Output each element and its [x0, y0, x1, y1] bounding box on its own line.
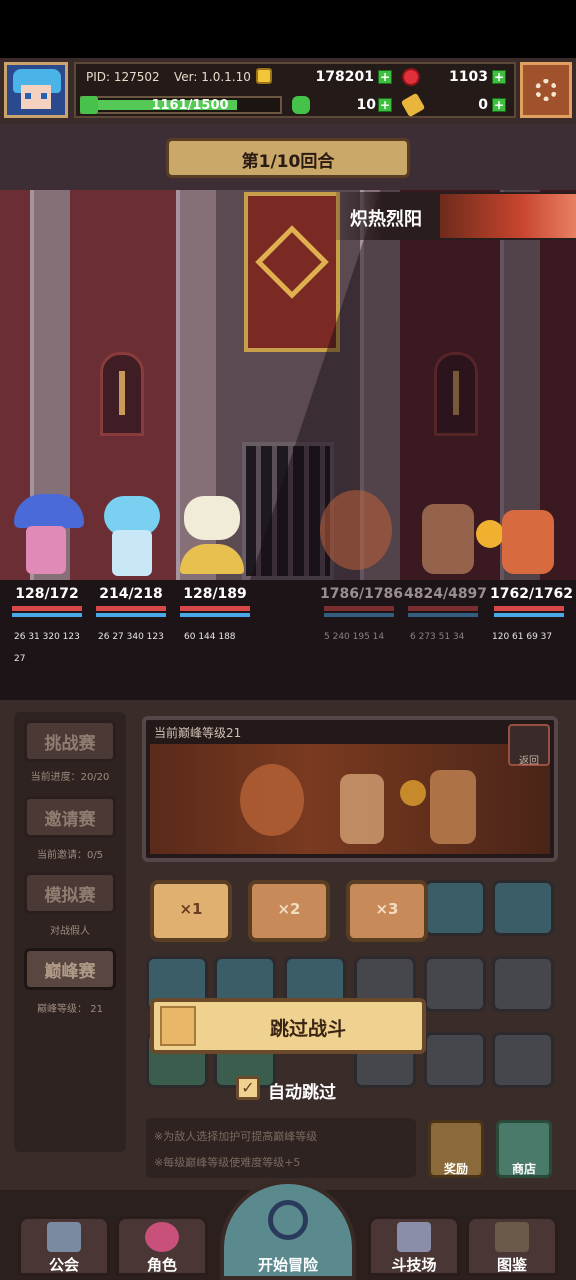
enemy-hp-bar [494, 606, 564, 611]
hero-ice[interactable] [94, 490, 170, 578]
castle-icon [47, 1222, 81, 1252]
speed-x1-label: ×1 [179, 900, 203, 918]
boss-portrait [440, 194, 576, 238]
hero-hp-bar [96, 606, 166, 611]
enemy-mp-bar [494, 613, 564, 617]
challenge-progress: 当前进度：20/20 [30, 772, 110, 783]
peak-tab-label: 巅峰赛 [44, 962, 96, 982]
hero-mp-bar [12, 613, 82, 617]
back-button-label: 返回 [519, 756, 539, 767]
shop-label: 商店 [511, 1162, 536, 1176]
clover-icon [292, 96, 310, 114]
enemy-2-hp: 4824/4897 [404, 586, 488, 602]
add-gem-button[interactable]: + [492, 70, 506, 84]
challenge-tab-label: 挑战赛 [44, 734, 96, 754]
gem-amount: 1103 [449, 69, 488, 85]
hero-mage[interactable] [10, 490, 86, 578]
enemy-sun-priestess[interactable] [476, 490, 568, 578]
enemy-1-hp: 1786/1786 [320, 586, 404, 602]
simulation-desc: 对战假人 [50, 926, 90, 937]
hero-mp-bar [180, 613, 250, 617]
locked-tile[interactable] [492, 1032, 554, 1088]
boss-name: 炽热烈阳 [350, 209, 422, 230]
key-amount: 0 [478, 97, 488, 113]
peak-level-title: 当前巅峰等级21 [154, 726, 242, 740]
hero-1-extra-stat: 27 [14, 654, 26, 664]
hero-3-hp: 128/189 [183, 586, 247, 602]
blessing-tile[interactable] [424, 880, 486, 936]
player-avatar[interactable] [4, 62, 68, 118]
book-icon [495, 1222, 529, 1252]
locked-tile[interactable] [424, 956, 486, 1012]
hero-2-stats: 26 27 340 123 [98, 632, 164, 642]
game-version: Ver: 1.0.1.10 [174, 70, 251, 84]
hero-1-stats: 26 31 320 123 [14, 632, 80, 642]
hero-hp-bar [180, 606, 250, 611]
enemy-2-stats: 6 273 51 34 [410, 632, 465, 642]
reward-label: 奖励 [443, 1162, 468, 1176]
locked-tile[interactable] [492, 956, 554, 1012]
enemy-3-stats: 120 61 69 37 [492, 632, 553, 642]
hero-hp-bar [12, 606, 82, 611]
nav-character-label: 角色 [146, 1256, 177, 1274]
skip-battle-label: 跳过战斗 [269, 1018, 346, 1040]
speed-x3-label: ×3 [375, 900, 399, 918]
enemy-fox[interactable] [410, 490, 486, 578]
round-counter: 第1/10回合 [241, 152, 335, 172]
simulation-tab-label: 模拟赛 [44, 886, 96, 906]
locked-tile[interactable] [424, 1032, 486, 1088]
hero-1-hp: 128/172 [15, 586, 79, 602]
add-key-button[interactable]: + [492, 98, 506, 112]
invitational-progress: 当前邀请：0/5 [36, 850, 104, 861]
coin-icon [256, 68, 272, 84]
opponent-team-image [150, 744, 550, 854]
hero-mp-bar [96, 613, 166, 617]
gold-amount: 178201 [315, 69, 374, 85]
peak-level: 巅峰等级： 21 [37, 1004, 103, 1015]
enemy-sun-orb[interactable] [316, 490, 392, 578]
stamina-icon[interactable] [80, 96, 98, 114]
clover-amount: 10 [356, 97, 376, 113]
auto-skip-checkbox[interactable]: ✓ [236, 1076, 260, 1100]
fast-forward-icon [160, 1006, 196, 1046]
hero-angel[interactable] [174, 490, 250, 578]
hero-3-stats: 60 144 188 [184, 632, 236, 642]
magnifier-icon [268, 1200, 308, 1240]
nav-guild-label: 公会 [48, 1256, 79, 1274]
crossed-swords-icon [397, 1222, 431, 1252]
enemy-hp-bar [408, 606, 478, 611]
settings-button[interactable] [520, 62, 572, 118]
add-clover-button[interactable]: + [378, 98, 392, 112]
start-adventure-label: 开始冒险 [257, 1256, 318, 1274]
stamina-value: 1161/1500 [151, 98, 229, 113]
player-id: PID: 127502 [86, 70, 160, 84]
hero-2-hp: 214/218 [99, 586, 163, 602]
blessing-tile[interactable] [492, 880, 554, 936]
status-bar [0, 0, 576, 58]
ruby-icon [402, 68, 420, 86]
speed-x2-label: ×2 [277, 900, 301, 918]
enemy-1-stats: 5 240 195 14 [324, 632, 385, 642]
enemy-mp-bar [408, 613, 478, 617]
character-icon [145, 1222, 179, 1252]
castle-window [100, 352, 144, 436]
gear-icon [535, 79, 557, 101]
enemy-mp-bar [324, 613, 394, 617]
add-gold-button[interactable]: + [378, 70, 392, 84]
enemy-3-hp: 1762/1762 [490, 586, 574, 602]
nav-arena-label: 斗技场 [391, 1256, 437, 1274]
note-line: ※为敌人选择加护可提高巅峰等级 [154, 1130, 318, 1143]
castle-banner [244, 192, 340, 352]
invitational-tab-label: 邀请赛 [44, 810, 96, 830]
nav-codex-label: 图鉴 [496, 1256, 527, 1274]
auto-skip-label: 自动跳过 [268, 1083, 336, 1103]
note-line: ※每级巅峰等级使难度等级+5 [154, 1156, 301, 1169]
enemy-hp-bar [324, 606, 394, 611]
